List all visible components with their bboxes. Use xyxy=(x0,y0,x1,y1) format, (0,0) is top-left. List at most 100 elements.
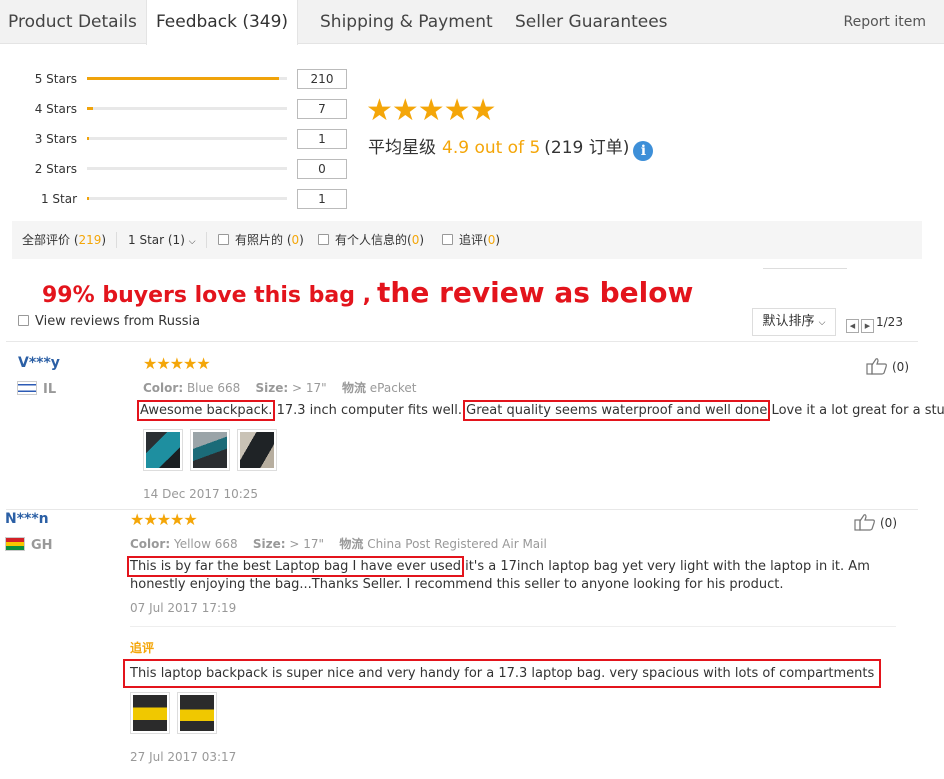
tab-product-details[interactable]: Product Details xyxy=(0,0,145,44)
color-value: Yellow 668 xyxy=(173,537,238,551)
info-icon[interactable]: i xyxy=(633,141,654,161)
histogram-count: 1 xyxy=(297,129,347,149)
checkbox-icon[interactable] xyxy=(442,234,453,245)
tab-shipping-payment[interactable]: Shipping & Payment xyxy=(312,0,501,44)
review-meta: Color: Yellow 668 Size: > 17" 物流 China P… xyxy=(130,535,547,552)
filter-all-reviews[interactable]: 全部评价 (219) xyxy=(22,221,106,259)
flag-icon xyxy=(17,381,37,395)
reviewer-name[interactable]: N***n xyxy=(5,511,49,527)
highlight-box: This is by far the best Laptop bag I hav… xyxy=(127,556,464,577)
histogram-row-2[interactable]: 2 Stars 0 xyxy=(0,159,360,179)
country-code: GH xyxy=(31,538,53,553)
average-rating: 平均星级 4.9 out of 5 (219 订单) i xyxy=(368,136,654,161)
color-value: Blue 668 xyxy=(186,381,241,395)
filter-photos-count: 0 xyxy=(291,233,300,247)
sort-label: 默认排序 xyxy=(762,314,815,329)
color-label: Color: xyxy=(130,537,171,551)
reviewer-country: IL xyxy=(17,381,56,397)
order-count: (219 订单) xyxy=(544,138,630,158)
histogram-row-3[interactable]: 3 Stars 1 xyxy=(0,129,360,149)
histogram-bar-fill xyxy=(87,197,89,200)
histogram-bar xyxy=(87,77,287,80)
color-label: Color: xyxy=(143,381,184,395)
checkbox-icon[interactable] xyxy=(18,315,29,326)
tab-seller-guarantees[interactable]: Seller Guarantees xyxy=(507,0,676,44)
star-filter-select[interactable]: 1 Star (1) ⌵ xyxy=(128,221,196,261)
size-label: Size: xyxy=(252,537,286,551)
highlight-box: This laptop backpack is super nice and v… xyxy=(122,659,882,688)
review-photo[interactable] xyxy=(143,429,183,471)
country-code: IL xyxy=(43,382,57,397)
histogram-count: 0 xyxy=(297,159,347,179)
shipping-value: ePacket xyxy=(369,381,417,395)
histogram-bar xyxy=(87,107,287,110)
thumbs-up-icon xyxy=(854,514,875,531)
review-photo[interactable] xyxy=(237,429,277,471)
filter-photos-close: ) xyxy=(299,233,304,247)
histogram-label: 5 Stars xyxy=(34,72,77,86)
promo-text-2: the review as below xyxy=(377,276,694,309)
additional-review-date: 27 Jul 2017 03:17 xyxy=(130,750,237,764)
review-text-part: Love it a lot great for a student xyxy=(771,403,944,418)
prev-page-button[interactable]: ◀ xyxy=(846,319,859,333)
reviewer-name[interactable]: V***y xyxy=(18,355,60,371)
size-value: > 17" xyxy=(289,537,325,551)
review-stars: ★★★★★ xyxy=(143,354,211,373)
photo-thumbnail xyxy=(240,432,274,468)
tab-feedback[interactable]: Feedback (349) xyxy=(146,0,298,45)
filter-followup-close: ) xyxy=(495,233,501,247)
thumbs-up-icon xyxy=(866,358,887,375)
average-score: 4.9 out of 5 xyxy=(442,138,541,158)
histogram-row-1[interactable]: 1 Star 1 xyxy=(0,189,360,209)
checkbox-icon[interactable] xyxy=(318,234,329,245)
filter-followup[interactable]: 追评(0) xyxy=(442,221,500,259)
review-photo[interactable] xyxy=(190,429,230,471)
filter-divider xyxy=(116,232,117,248)
helpful-count: (0) xyxy=(880,516,897,530)
overall-stars: ★★★★★ xyxy=(366,93,496,128)
helpful-button[interactable]: (0) xyxy=(854,513,897,531)
review-text: Awesome backpack. 17.3 inch computer fit… xyxy=(136,400,944,421)
histogram-bar-fill xyxy=(87,107,93,110)
filter-followup-label: 追评( xyxy=(459,233,488,247)
histogram-label: 1 Star xyxy=(40,192,77,206)
size-label: Size: xyxy=(255,381,289,395)
histogram-bar xyxy=(87,137,287,140)
filter-all-label: 全部评价 ( xyxy=(22,233,79,247)
view-russia-toggle[interactable]: View reviews from Russia xyxy=(18,313,200,331)
filter-bar: 全部评价 (219) 1 Star (1) ⌵ 有照片的 (0) 有个人信息的(… xyxy=(12,221,922,259)
histogram-label: 2 Stars xyxy=(34,162,77,176)
chevron-down-icon: ⌵ xyxy=(188,237,196,247)
review-meta: Color: Blue 668 Size: > 17" 物流 ePacket xyxy=(143,379,416,396)
shipping-value: China Post Registered Air Mail xyxy=(367,537,547,551)
review-photo[interactable] xyxy=(130,692,170,734)
shipping-label: 物流 xyxy=(341,381,366,395)
filter-personal-label: 有个人信息的( xyxy=(335,233,412,247)
highlight-box: Great quality seems waterproof and well … xyxy=(463,400,771,421)
chevron-down-icon: ⌵ xyxy=(818,318,826,328)
histogram-label: 4 Stars xyxy=(34,102,77,116)
photo-thumbnail xyxy=(146,432,180,468)
helpful-button[interactable]: (0) xyxy=(866,357,909,375)
histogram-count: 1 xyxy=(297,189,347,209)
report-item-link[interactable]: Report item xyxy=(844,0,927,44)
review-date: 07 Jul 2017 17:19 xyxy=(130,601,237,615)
histogram-bar-fill xyxy=(87,77,279,80)
histogram-row-4[interactable]: 4 Stars 7 xyxy=(0,99,360,119)
highlight-box: Awesome backpack. xyxy=(136,400,276,421)
review-photo[interactable] xyxy=(177,692,217,734)
filter-all-count: 219 xyxy=(78,233,102,247)
helpful-count: (0) xyxy=(892,360,909,374)
additional-review-text: This laptop backpack is super nice and v… xyxy=(122,659,882,688)
histogram-bar xyxy=(87,167,287,170)
filter-with-photos[interactable]: 有照片的 (0) xyxy=(218,221,304,259)
size-value: > 17" xyxy=(292,381,327,395)
checkbox-icon[interactable] xyxy=(218,234,229,245)
sort-select[interactable]: 默认排序 ⌵ xyxy=(752,308,836,336)
filter-personal-info[interactable]: 有个人信息的(0) xyxy=(318,221,424,259)
review-text-part: 17.3 inch computer fits well. xyxy=(272,403,467,418)
next-page-button[interactable]: ▶ xyxy=(861,319,874,333)
histogram-row-5[interactable]: 5 Stars 210 xyxy=(0,69,360,89)
filter-divider xyxy=(206,232,207,248)
photo-thumbnail xyxy=(180,695,214,731)
